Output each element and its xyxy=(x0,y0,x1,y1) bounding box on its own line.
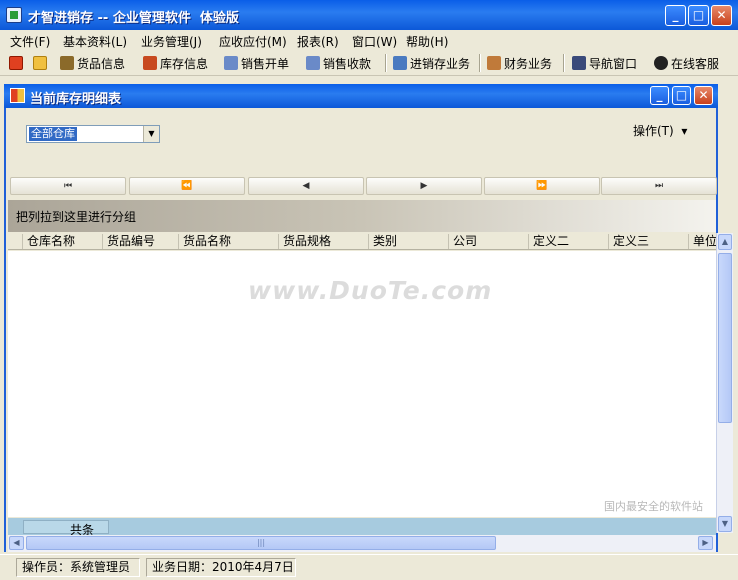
menu-file[interactable]: 文件(F) xyxy=(10,33,50,50)
last-record-button[interactable]: ⏭ xyxy=(601,177,717,195)
menu-window[interactable]: 窗口(W) xyxy=(352,33,397,50)
scroll-right-button[interactable]: ▶ xyxy=(698,536,713,550)
toolbar-sales-order[interactable]: 销售开单 xyxy=(224,53,289,73)
close-button[interactable]: ✕ xyxy=(711,5,732,26)
toolbar-stock[interactable]: 库存信息 xyxy=(143,53,208,73)
column-header-unit[interactable]: 单位 xyxy=(688,234,716,249)
scroll-down-button[interactable]: ▼ xyxy=(718,516,732,532)
group-by-hint: 把列拉到这里进行分组 xyxy=(16,210,137,224)
horizontal-scrollbar[interactable]: ◀ ||| ▶ xyxy=(8,535,716,552)
toolbar-navigation-label: 导航窗口 xyxy=(589,56,638,71)
toolbar-inventory-business[interactable]: 进销存业务 xyxy=(393,53,470,73)
toolbar-online-service-label: 在线客服 xyxy=(671,56,720,71)
child-close-button[interactable]: ✕ xyxy=(694,86,713,105)
horizontal-scroll-thumb[interactable]: ||| xyxy=(26,536,496,550)
report-icon xyxy=(10,88,25,103)
grid-footer: 共条 xyxy=(8,518,716,537)
column-header-goods-name[interactable]: 货品名称 xyxy=(178,234,278,249)
toolbar-goods[interactable]: 货品信息 xyxy=(60,53,125,73)
next-page-button[interactable]: ⏩ xyxy=(484,177,600,195)
maximize-button[interactable]: □ xyxy=(688,5,709,26)
sales-order-icon xyxy=(224,56,238,70)
child-window-title: 当前库存明细表 xyxy=(30,92,122,107)
main-title-bar[interactable]: 才智进销存 -- 企业管理软件 体验版 _ □ ✕ xyxy=(0,0,738,30)
toolbar-separator xyxy=(479,54,481,72)
child-window-title-bar[interactable]: 当前库存明细表 _ □ ✕ xyxy=(4,84,718,108)
window-title: 才智进销存 -- 企业管理软件 体验版 xyxy=(28,11,239,26)
minimize-button[interactable]: _ xyxy=(665,5,686,26)
menu-basic-data[interactable]: 基本资料(L) xyxy=(63,33,127,50)
toolbar-separator xyxy=(563,54,565,72)
toolbar-sales-receipt[interactable]: 销售收款 xyxy=(306,53,371,73)
toolbar-separator xyxy=(385,54,387,72)
menu-help[interactable]: 帮助(H) xyxy=(406,33,448,50)
navigation-icon xyxy=(572,56,586,70)
prev-page-button[interactable]: ⏪ xyxy=(129,177,245,195)
goods-icon xyxy=(60,56,74,70)
sales-receipt-icon xyxy=(306,56,320,70)
group-by-panel[interactable]: 把列拉到这里进行分组 xyxy=(8,200,716,232)
status-operator: 操作员：系统管理员 xyxy=(16,558,140,577)
inventory-business-icon xyxy=(393,56,407,70)
exit-tool[interactable] xyxy=(9,53,23,73)
column-header-company[interactable]: 公司 xyxy=(448,234,528,249)
toolbar-stock-label: 库存信息 xyxy=(160,56,209,71)
first-record-button[interactable]: ⏮ xyxy=(10,177,126,195)
app-icon[interactable] xyxy=(6,7,22,23)
toolbar-sales-order-label: 销售开单 xyxy=(241,56,290,71)
toolbar-sales-receipt-label: 销售收款 xyxy=(323,56,372,71)
next-record-button[interactable]: ▶ xyxy=(366,177,482,195)
toolbar-online-service[interactable]: 在线客服 xyxy=(654,53,719,73)
column-header-goods-code[interactable]: 货品编号 xyxy=(102,234,178,249)
child-maximize-button[interactable]: □ xyxy=(672,86,691,105)
scroll-left-button[interactable]: ◀ xyxy=(9,536,24,550)
menu-receivable-payable[interactable]: 应收应付(M) xyxy=(219,33,287,50)
menu-bar: 文件(F) 基本资料(L) 业务管理(J) 应收应付(M) 报表(R) 窗口(W… xyxy=(0,30,738,50)
toolbar-navigation[interactable]: 导航窗口 xyxy=(572,53,637,73)
column-header-custom2[interactable]: 定义二 xyxy=(528,234,608,249)
vertical-scroll-thumb[interactable] xyxy=(718,253,732,423)
column-header-goods-spec[interactable]: 货品规格 xyxy=(278,234,368,249)
operation-menu[interactable]: 操作(T) ▾ xyxy=(633,122,687,139)
toolbar: 货品信息 库存信息 销售开单 销售收款 进销存业务 财务业务 导航窗口 在线客服 xyxy=(0,50,738,76)
toolbar-finance-label: 财务业务 xyxy=(504,56,553,71)
watermark-text: www.DuoTe.com xyxy=(248,276,493,305)
finance-icon xyxy=(487,56,501,70)
toolbar-goods-label: 货品信息 xyxy=(77,56,126,71)
warehouse-select[interactable]: 全部仓库 ▼ xyxy=(26,125,160,143)
footer-cell xyxy=(23,520,109,534)
chevron-down-icon[interactable]: ▼ xyxy=(143,126,159,142)
qq-penguin-icon xyxy=(654,56,668,70)
toolbar-inventory-business-label: 进销存业务 xyxy=(410,56,471,71)
status-business-date: 业务日期：2010年4月7日 xyxy=(146,558,296,577)
key-icon xyxy=(33,56,47,70)
status-bar: 操作员：系统管理员 业务日期：2010年4月7日 xyxy=(0,554,738,580)
corner-watermark: 国内最安全的软件站 xyxy=(604,500,703,513)
house-icon xyxy=(143,56,157,70)
column-header-category[interactable]: 类别 xyxy=(368,234,448,249)
key-tool[interactable] xyxy=(33,53,47,73)
child-minimize-button[interactable]: _ xyxy=(650,86,669,105)
warehouse-select-value: 全部仓库 xyxy=(29,127,77,141)
column-header-custom3[interactable]: 定义三 xyxy=(608,234,688,249)
toolbar-finance[interactable]: 财务业务 xyxy=(487,53,552,73)
column-header-warehouse[interactable]: 仓库名称 xyxy=(22,234,102,249)
menu-business[interactable]: 业务管理(J) xyxy=(141,33,202,50)
prev-record-button[interactable]: ◀ xyxy=(248,177,364,195)
record-navigator: ⏮ ⏪ ◀ ▶ ⏩ ⏭ xyxy=(8,175,717,197)
grid-header: 仓库名称 货品编号 货品名称 货品规格 类别 公司 定义二 定义三 单位 xyxy=(8,233,716,250)
menu-reports[interactable]: 报表(R) xyxy=(297,33,339,50)
power-icon xyxy=(9,56,23,70)
vertical-scrollbar[interactable]: ▲ ▼ xyxy=(716,233,733,533)
scroll-up-button[interactable]: ▲ xyxy=(718,234,732,250)
